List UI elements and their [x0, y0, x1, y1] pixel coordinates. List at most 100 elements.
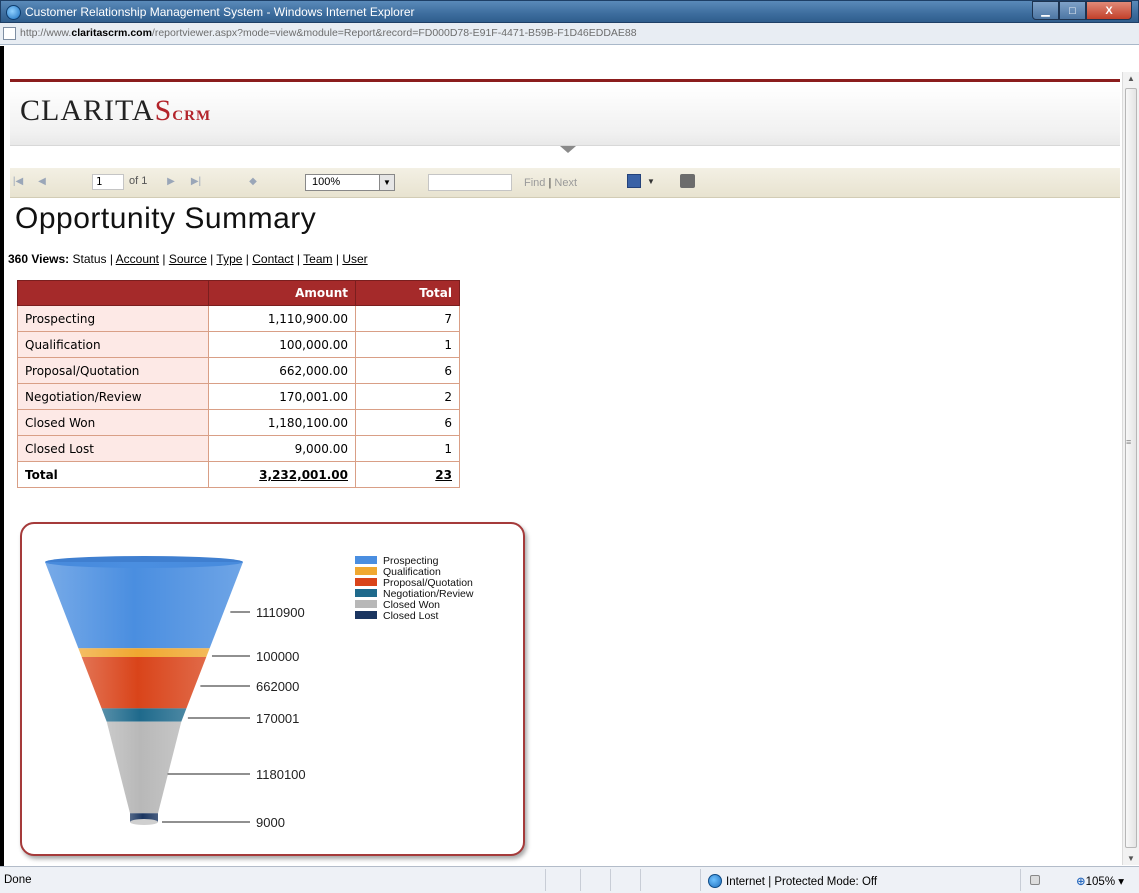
scroll-grip-icon: ≡ — [1126, 437, 1132, 447]
status-separator — [700, 869, 701, 891]
table-row: Qualification 100,000.00 1 — [17, 331, 460, 358]
legend-swatch — [355, 589, 377, 597]
legend-label: Closed Lost — [383, 610, 439, 622]
row-total: 7 — [355, 305, 460, 332]
internet-explorer-icon — [6, 5, 21, 20]
window-controls: ▁ □ X — [1032, 1, 1132, 20]
row-label: Closed Lost — [17, 435, 209, 462]
total-label: Total — [17, 461, 209, 488]
table-row: Proposal/Quotation 662,000.00 6 — [17, 357, 460, 384]
back-icon[interactable]: ◆ — [247, 176, 259, 188]
funnel-segment-proposal-quotation — [81, 656, 207, 709]
address-bar[interactable]: http://www.claritascrm.com/reportviewer.… — [0, 23, 1139, 45]
status-separator — [610, 869, 611, 891]
funnel-segment-closed-won — [106, 721, 182, 814]
status-text: Done — [4, 874, 32, 886]
legend-swatch — [355, 567, 377, 575]
header-divider — [10, 79, 1120, 82]
row-label: Closed Won — [17, 409, 209, 436]
view-link-account[interactable]: Account — [116, 252, 159, 266]
view-link-user[interactable]: User — [342, 252, 367, 266]
total-amount: 3,232,001.00 — [208, 461, 356, 488]
funnel-segment-prospecting — [45, 562, 243, 649]
scroll-down-icon[interactable]: ▼ — [1127, 854, 1135, 863]
legend-swatch — [355, 556, 377, 564]
close-button[interactable]: X — [1086, 1, 1132, 20]
funnel-segment-negotiation-review — [101, 708, 187, 722]
table-row: Closed Lost 9,000.00 1 — [17, 435, 460, 462]
views-nav: 360 Views: Status | Account | Source | T… — [8, 252, 368, 266]
row-total: 6 — [355, 357, 460, 384]
view-link-type[interactable]: Type — [216, 252, 242, 266]
row-total: 6 — [355, 409, 460, 436]
data-label: 100000 — [256, 649, 299, 664]
page-number-input[interactable]: 1 — [92, 174, 124, 190]
status-bar: Done Internet | Protected Mode: Off ⊕105… — [0, 866, 1139, 893]
url-text[interactable]: http://www.claritascrm.com/reportviewer.… — [20, 27, 637, 39]
status-separator — [640, 869, 641, 891]
next-page-icon[interactable]: ▶ — [165, 176, 177, 188]
status-separator — [580, 869, 581, 891]
views-label: 360 Views: — [8, 252, 70, 266]
table-header-row: Amount Total — [17, 280, 460, 306]
row-label: Qualification — [17, 331, 209, 358]
funnel-chart-svg: 111090010000066200017000111801009000Pros… — [45, 555, 474, 830]
view-link-status[interactable]: Status — [73, 252, 107, 266]
view-link-team[interactable]: Team — [303, 252, 332, 266]
legend-swatch — [355, 611, 377, 619]
funnel-bottom-cap — [130, 819, 158, 825]
row-amount: 1,180,100.00 — [208, 409, 356, 436]
window-titlebar: Customer Relationship Management System … — [0, 0, 1139, 23]
table-header-total: Total — [355, 280, 460, 306]
table-row: Negotiation/Review 170,001.00 2 — [17, 383, 460, 410]
export-dropdown-icon[interactable]: ▼ — [647, 177, 655, 186]
print-icon[interactable] — [680, 174, 695, 188]
find-input[interactable] — [428, 174, 512, 191]
table-row: Prospecting 1,110,900.00 7 — [17, 305, 460, 332]
view-link-contact[interactable]: Contact — [252, 252, 293, 266]
previous-page-icon[interactable]: ◀ — [36, 176, 48, 188]
security-zone[interactable]: Internet | Protected Mode: Off — [708, 874, 877, 888]
data-label: 9000 — [256, 815, 285, 830]
find-link[interactable]: Find | Next — [524, 177, 577, 189]
data-label: 1180100 — [256, 767, 306, 782]
row-label: Proposal/Quotation — [17, 357, 209, 384]
row-amount: 100,000.00 — [208, 331, 356, 358]
scroll-up-icon[interactable]: ▲ — [1127, 74, 1135, 83]
row-label: Negotiation/Review — [17, 383, 209, 410]
row-total: 1 — [355, 435, 460, 462]
data-label: 170001 — [256, 711, 299, 726]
row-amount: 662,000.00 — [208, 357, 356, 384]
row-amount: 1,110,900.00 — [208, 305, 356, 332]
zoom-level[interactable]: ⊕105% ▾ — [1076, 874, 1124, 888]
funnel-chart: 1110900 100000 662000 170001 1180100 9000 Pros… — [20, 522, 525, 856]
page-icon — [3, 27, 16, 40]
scroll-thumb[interactable] — [1125, 88, 1137, 848]
first-page-icon[interactable]: |◀ — [12, 176, 24, 188]
last-page-icon[interactable]: ▶| — [190, 176, 202, 188]
claritas-logo[interactable]: CLARITASCRM — [20, 94, 211, 128]
globe-icon — [708, 874, 722, 888]
view-link-source[interactable]: Source — [169, 252, 207, 266]
table-row: Closed Won 1,180,100.00 6 — [17, 409, 460, 436]
row-amount: 170,001.00 — [208, 383, 356, 410]
table-header-label — [17, 280, 209, 306]
total-count[interactable]: 23 — [355, 461, 460, 488]
vertical-scrollbar[interactable]: ▲ ≡ ▼ — [1122, 72, 1139, 865]
export-icon[interactable] — [627, 174, 641, 188]
collapse-header-icon[interactable] — [560, 146, 576, 153]
row-label: Prospecting — [17, 305, 209, 332]
summary-table: Amount Total Prospecting 1,110,900.00 7 Qua… — [17, 280, 460, 488]
zoom-select[interactable]: 100% ▼ — [305, 174, 395, 191]
minimize-button[interactable]: ▁ — [1032, 1, 1059, 20]
page-count: of 1 — [129, 175, 148, 187]
window-title: Customer Relationship Management System … — [25, 5, 415, 19]
report-toolbar: |◀ ◀ 1 of 1 ▶ ▶| ◆ 100% ▼ Find | Next ▼ — [10, 168, 1120, 198]
legend-swatch — [355, 578, 377, 586]
status-separator — [545, 869, 546, 891]
legend-swatch — [355, 600, 377, 608]
chevron-down-icon[interactable]: ▼ — [379, 175, 394, 190]
security-icon[interactable] — [1030, 875, 1040, 885]
status-separator — [1020, 869, 1021, 891]
maximize-button[interactable]: □ — [1059, 1, 1086, 20]
